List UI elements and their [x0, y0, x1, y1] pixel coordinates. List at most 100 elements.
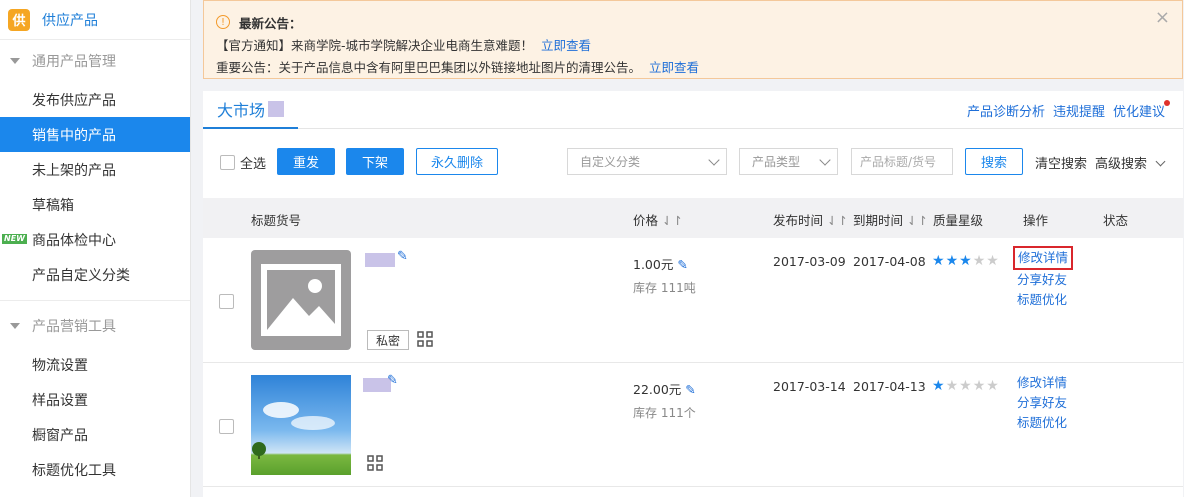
- delete-forever-button[interactable]: 永久删除: [416, 148, 498, 175]
- redacted-title[interactable]: [365, 253, 395, 267]
- tab-bar: 大市场 产品诊断分析 违规提醒 优化建议: [203, 91, 1183, 129]
- row-checkbox[interactable]: [219, 294, 234, 309]
- share-friend-link[interactable]: 分享好友: [1013, 270, 1073, 290]
- chevron-down-icon: [708, 154, 720, 166]
- product-image[interactable]: [251, 375, 351, 475]
- title-optimize-link[interactable]: 标题优化: [1013, 290, 1073, 310]
- sidebar-item-custom-category[interactable]: 产品自定义分类: [0, 257, 190, 292]
- star-empty-icon: ★: [972, 378, 986, 394]
- clear-search-link[interactable]: 清空搜索: [1035, 153, 1087, 172]
- category-select-label: 自定义分类: [580, 155, 641, 169]
- sidebar-item-publish[interactable]: 发布供应产品: [0, 82, 190, 117]
- optimize-link[interactable]: 优化建议: [1112, 100, 1170, 120]
- qr-code-icon[interactable]: [417, 331, 433, 347]
- sidebar-item-on-sale[interactable]: 销售中的产品: [0, 117, 190, 152]
- table-row: ✎ 私密 1.00元 ✎ 库存 111吨 2017-03-09 2017-04-…: [203, 238, 1183, 363]
- supply-logo-icon: 供: [8, 8, 30, 31]
- tab-label: 大市场: [217, 101, 266, 120]
- violation-link[interactable]: 违规提醒: [1053, 101, 1105, 120]
- top-links: 产品诊断分析 违规提醒 优化建议: [967, 100, 1170, 120]
- announcement-line-2: 重要公告：关于产品信息中含有阿里巴巴集团以外链接地址图片的清理公告。: [216, 59, 642, 75]
- table-header: 标题货号 价格 ⇃↾ 发布时间 ⇃↾ 到期时间 ⇃↾ 质量星级 操作 状态: [203, 198, 1183, 238]
- title-optimize-link[interactable]: 标题优化: [1013, 413, 1071, 433]
- row-checkbox[interactable]: [219, 419, 234, 434]
- expire-date: 2017-04-13: [853, 379, 926, 394]
- qr-code-icon[interactable]: [367, 455, 383, 471]
- sort-icon: ⇃↾: [662, 213, 683, 228]
- search-input[interactable]: [851, 148, 953, 175]
- sidebar-item-health-check[interactable]: NEW 商品体检中心: [0, 222, 190, 257]
- sidebar-item-unlisted[interactable]: 未上架的产品: [0, 152, 190, 187]
- delist-button[interactable]: 下架: [346, 148, 404, 175]
- advanced-search-link[interactable]: 高级搜索: [1095, 153, 1166, 172]
- star-empty-icon: ★: [945, 378, 959, 394]
- main-panel: 大市场 产品诊断分析 违规提醒 优化建议 全选 重发 下架 永久删除 自定义分类…: [203, 91, 1183, 497]
- private-tag: 私密: [367, 330, 410, 350]
- category-select[interactable]: 自定义分类: [567, 148, 727, 175]
- announcement-link-2[interactable]: 立即查看: [649, 57, 699, 76]
- collapse-triangle-icon: [10, 323, 20, 329]
- header-expire-label: 到期时间: [853, 213, 904, 228]
- header-expire-time[interactable]: 到期时间 ⇃↾: [853, 210, 928, 229]
- sidebar-item-title-tool[interactable]: 标题优化工具: [0, 452, 190, 487]
- advanced-search-label: 高级搜索: [1095, 157, 1148, 172]
- sidebar-divider: [0, 300, 190, 301]
- sidebar-group-marketing[interactable]: 产品营销工具: [0, 305, 190, 347]
- announcement-link-1[interactable]: 立即查看: [541, 35, 591, 54]
- table-row: ✎ 22.00元 ✎ 库存 111个 2017-03-14 2017-04-13…: [203, 363, 1183, 487]
- quality-stars: ★ ★ ★ ★ ★: [932, 379, 999, 393]
- publish-date: 2017-03-09: [773, 254, 846, 269]
- redacted-mark: [268, 101, 285, 117]
- edit-pen-icon[interactable]: ✎: [387, 373, 398, 388]
- sidebar-group-label: 通用产品管理: [32, 54, 116, 70]
- header-price[interactable]: 价格 ⇃↾: [633, 210, 683, 229]
- star-filled-icon: ★: [932, 378, 945, 394]
- stock-value: 库存 111个: [633, 406, 696, 420]
- price-cell: 1.00元 ✎ 库存 111吨: [633, 254, 696, 296]
- optimize-link-label: 优化建议: [1112, 105, 1165, 120]
- search-button[interactable]: 搜索: [965, 148, 1023, 175]
- quality-stars: ★ ★ ★ ★ ★: [932, 254, 999, 268]
- star-empty-icon: ★: [986, 253, 999, 269]
- edit-detail-link[interactable]: 修改详情: [1013, 246, 1074, 270]
- sidebar-item-showcase[interactable]: 橱窗产品: [0, 417, 190, 452]
- sidebar-header[interactable]: 供 供应产品: [0, 0, 190, 40]
- product-image-placeholder-icon[interactable]: [251, 250, 351, 350]
- diagnose-link[interactable]: 产品诊断分析: [967, 101, 1045, 120]
- sidebar-item-label: 商品体检中心: [32, 232, 116, 249]
- select-all-label: 全选: [240, 157, 267, 172]
- price-value: 1.00元: [633, 257, 674, 272]
- type-select-label: 产品类型: [752, 155, 801, 169]
- price-cell: 22.00元 ✎ 库存 111个: [633, 379, 696, 421]
- sidebar-group-general[interactable]: 通用产品管理: [0, 40, 190, 82]
- star-empty-icon: ★: [986, 378, 999, 394]
- toolbar: 全选 重发 下架 永久删除 自定义分类 产品类型 搜索 清空搜索 高级搜索: [203, 148, 1183, 176]
- collapse-triangle-icon: [10, 58, 20, 64]
- republish-button[interactable]: 重发: [277, 148, 335, 175]
- sidebar-header-label: 供应产品: [42, 12, 98, 29]
- sidebar: 供 供应产品 通用产品管理 发布供应产品 销售中的产品 未上架的产品 草稿箱 N…: [0, 0, 191, 497]
- warning-icon: !: [216, 15, 230, 29]
- edit-detail-link[interactable]: 修改详情: [1013, 373, 1071, 393]
- share-friend-link[interactable]: 分享好友: [1013, 393, 1071, 413]
- expire-date: 2017-04-08: [853, 254, 926, 269]
- edit-price-icon[interactable]: ✎: [685, 382, 695, 397]
- sidebar-item-drafts[interactable]: 草稿箱: [0, 187, 190, 222]
- edit-pen-icon[interactable]: ✎: [397, 249, 408, 264]
- star-filled-icon: ★: [959, 253, 972, 269]
- select-all-checkbox[interactable]: [220, 155, 235, 170]
- stock-value: 库存 111吨: [633, 281, 696, 295]
- sidebar-item-logistics[interactable]: 物流设置: [0, 347, 190, 382]
- price-value: 22.00元: [633, 382, 682, 397]
- tab-marketplace[interactable]: 大市场: [203, 91, 299, 129]
- chevron-down-icon: [819, 154, 831, 166]
- type-select[interactable]: 产品类型: [739, 148, 838, 175]
- header-quality: 质量星级: [933, 213, 984, 228]
- star-filled-icon: ★: [945, 253, 959, 269]
- sidebar-group-label: 产品营销工具: [32, 319, 116, 335]
- chevron-down-icon: [1155, 156, 1166, 167]
- header-publish-time[interactable]: 发布时间 ⇃↾: [773, 210, 848, 229]
- edit-price-icon[interactable]: ✎: [677, 257, 687, 272]
- close-icon[interactable]: ×: [1155, 9, 1170, 27]
- sidebar-item-samples[interactable]: 样品设置: [0, 382, 190, 417]
